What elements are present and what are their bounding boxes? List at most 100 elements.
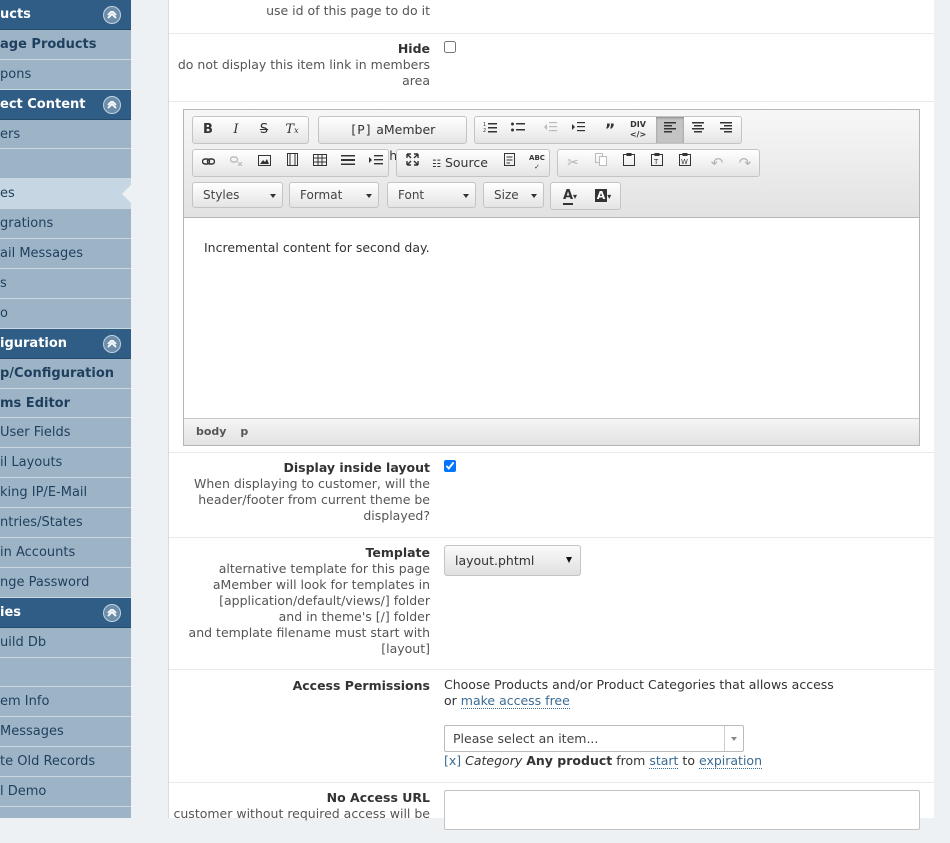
sidebar-item[interactable] [0,149,131,180]
access-entry: [x] Category Any product from start to e… [444,753,762,769]
access-start-link[interactable]: start [649,753,679,769]
chevron-up-icon[interactable] [103,603,121,622]
sidebar-item[interactable]: king IP/E-Mail [0,478,131,509]
form-row-id: use id of this page to do it [169,0,934,34]
sidebar-item-label: in Accounts [0,545,76,561]
id-help: use id of this page to do it [266,3,430,18]
sidebar-item-label: o [0,305,8,321]
sidebar-item[interactable]: in Accounts [0,538,131,568]
sidebar-item[interactable]: te Old Records [0,747,131,778]
page-scrollbar[interactable] [934,0,950,818]
form-row-template: Template alternative template for this p… [169,538,934,670]
sidebar-item[interactable]: es [0,179,131,210]
sidebar-item-label: ms Editor [0,395,71,411]
sidebar-section-header[interactable]: ies [0,597,131,628]
display-layout-checkbox[interactable] [444,460,456,472]
form-row-hide: Hide do not display this item link in me… [169,34,934,102]
sidebar-item-label: te Old Records [0,754,96,770]
chevron-down-icon [566,557,572,563]
sidebar-item-label: nge Password [0,574,90,590]
access-entry-name: Any product [526,753,613,768]
sidebar-item[interactable]: age Products [0,30,131,60]
sidebar-item[interactable]: em Info [0,687,131,718]
access-expiration-link[interactable]: expiration [698,753,762,769]
sidebar-item[interactable] [0,658,131,688]
sidebar-item-label: User Fields [0,425,71,441]
sidebar-item[interactable]: ms Editor [0,389,131,419]
sidebar-item[interactable] [0,807,131,818]
sidebar-item[interactable]: pons [0,60,131,90]
no-access-label: No Access URL [326,790,430,805]
access-or: or [444,693,457,708]
sidebar-item-label: king IP/E-Mail [0,485,88,501]
sidebar-item-label: ect Content [0,96,86,112]
sidebar-item-label: uild Db [0,634,47,650]
sidebar-item[interactable]: ntries/States [0,508,131,539]
access-entry-from-word: from [616,753,646,768]
sidebar-item-label: ucts [0,7,31,22]
sidebar-item[interactable]: o [0,299,131,329]
hide-help: do not display this item link in members… [177,57,430,88]
active-indicator [122,185,131,204]
form-row-display-layout: Display inside layout When displaying to… [169,453,934,538]
sidebar-item-label: Messages [0,724,64,740]
access-description: Choose Products and/or Product Categorie… [444,677,834,692]
hide-label: Hide [397,41,430,56]
sidebar-item-label: age Products [0,36,97,52]
access-entry-kind: Category [465,753,523,768]
sidebar-item[interactable]: p/Configuration [0,359,131,389]
sidebar-item-label: em Info [0,694,50,710]
display-layout-help: When displaying to customer, will the he… [193,476,430,523]
sidebar-item[interactable]: User Fields [0,418,131,449]
sidebar-section-header[interactable]: iguration [0,328,131,359]
template-label: Template [365,545,431,560]
make-access-free-link[interactable]: make access free [460,693,570,709]
sidebar-item[interactable]: grations [0,209,131,240]
template-help-line: and in theme's [/] folder [278,609,430,624]
sidebar-item[interactable]: ers [0,120,131,150]
template-select-value: layout.phtml [455,553,535,568]
sidebar-item[interactable]: nge Password [0,568,131,598]
remove-access-link[interactable]: [x] [444,753,461,768]
sidebar-item-label: ies [0,604,22,620]
no-access-help: customer without required access will be [173,806,430,821]
sidebar-item-label: l Demo [0,784,47,800]
sidebar-section-header[interactable]: ect Content [0,89,131,120]
access-product-select[interactable]: Please select an item... [444,725,744,752]
sidebar: ucts age Products pons ect Content ers es grat… [0,0,131,818]
sidebar-item-label: grations [0,216,54,232]
access-entry-to-word: to [682,753,695,768]
sidebar-item-label: iguration [0,335,68,351]
display-layout-label: Display inside layout [283,460,430,475]
hide-checkbox[interactable] [444,41,456,53]
sidebar-item-label: ers [0,126,21,142]
template-select[interactable]: layout.phtml [444,545,581,576]
template-help-line: [layout] [381,641,430,656]
sidebar-item[interactable]: ail Messages [0,239,131,270]
sidebar-item[interactable]: s [0,269,131,299]
chevron-down-icon [731,737,737,741]
sidebar-item-label: pons [0,66,32,82]
sidebar-item-label: es [0,186,15,202]
access-select-placeholder: Please select an item... [453,731,599,746]
template-help-line: alternative template for this page [218,561,430,576]
no-access-url-input[interactable] [444,790,920,830]
sidebar-item[interactable]: l Demo [0,777,131,808]
chevron-up-icon[interactable] [103,6,121,24]
sidebar-item[interactable]: Messages [0,717,131,748]
sidebar-item-label: ntries/States [0,515,83,531]
template-help-line: and template filename must start with [188,625,430,640]
sidebar-item-label: p/Configuration [0,365,115,381]
chevron-up-icon[interactable] [103,334,121,353]
sidebar-item[interactable]: uild Db [0,628,131,658]
template-help-line: [application/default/views/] folder [219,593,430,608]
sidebar-item-label: ail Messages [0,246,84,262]
form-row-content [169,102,934,453]
main-form: use id of this page to do it Hide do not… [169,0,934,830]
access-label: Access Permissions [292,678,430,693]
chevron-up-icon[interactable] [103,95,121,114]
sidebar-item[interactable]: il Layouts [0,448,131,479]
sidebar-item-label: s [0,276,7,292]
sidebar-section-header[interactable]: ucts [0,0,131,30]
form-row-access: Access Permissions Choose Products and/o… [169,670,934,783]
